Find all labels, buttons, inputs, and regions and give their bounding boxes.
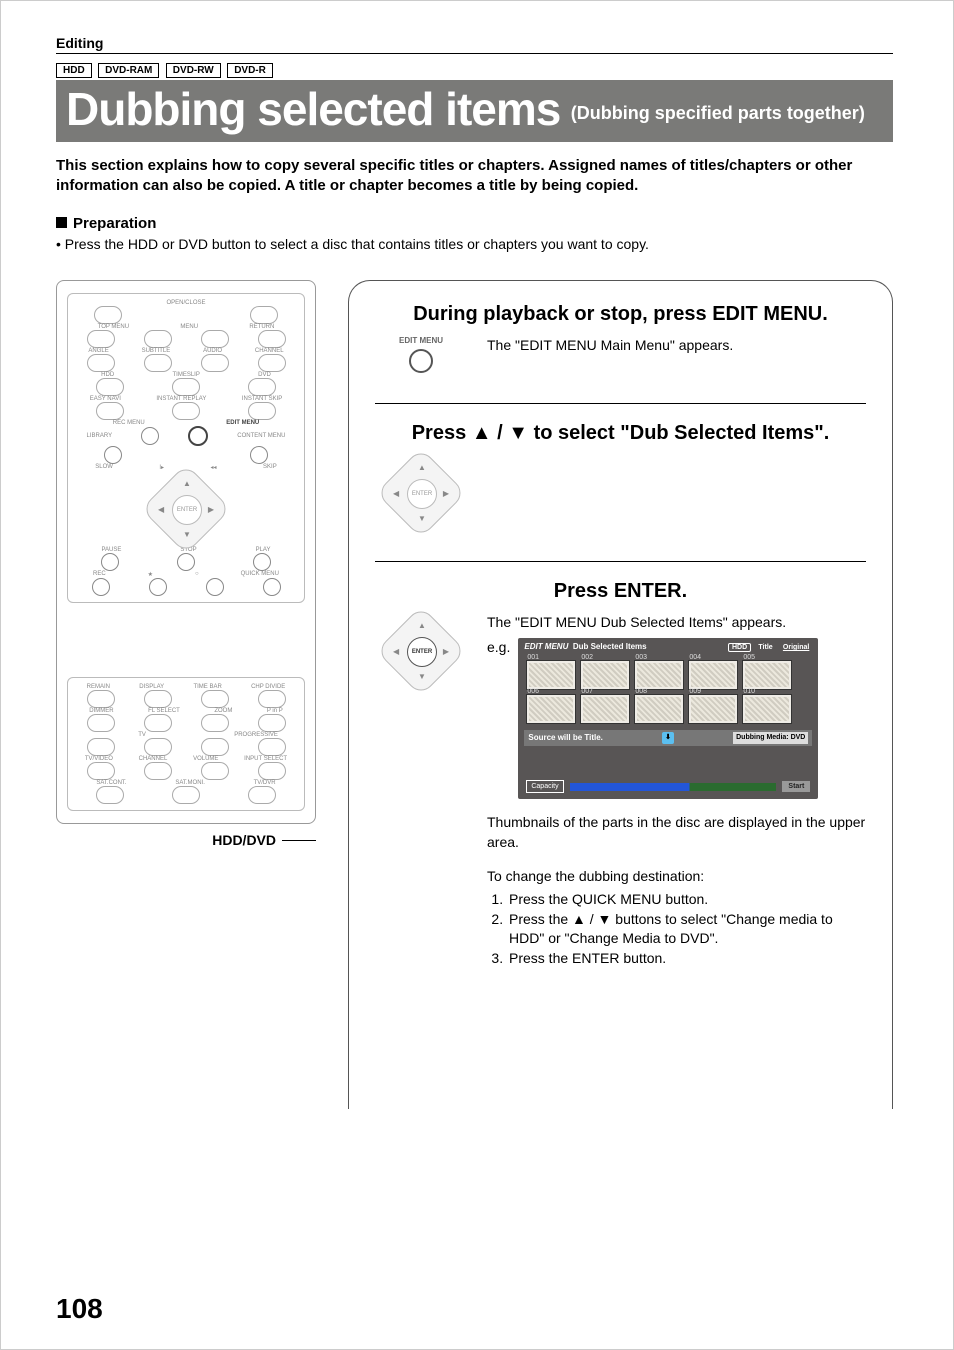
page-title-banner: Dubbing selected items (Dubbing specifie… bbox=[56, 80, 893, 142]
breadcrumb: Editing bbox=[56, 35, 893, 54]
screen-illustration: EDIT MENU Dub Selected Items HDD Title O… bbox=[518, 638, 818, 799]
step3-after1: Thumbnails of the parts in the disc are … bbox=[487, 813, 866, 852]
tag-hdd: HDD bbox=[56, 63, 92, 78]
remote-nav-pad: ▲▼◀▶ ENTER bbox=[148, 471, 224, 547]
remote-illustration: OPEN/CLOSE TOP MENUMENURETURN ANGLESUBTI… bbox=[56, 280, 316, 824]
steps-panel: During playback or stop, press EDIT MENU… bbox=[348, 280, 893, 1109]
preparation-heading: Preparation bbox=[56, 215, 893, 232]
preparation-text: • Press the HDD or DVD button to select … bbox=[56, 236, 893, 252]
page-number: 108 bbox=[56, 1293, 103, 1325]
tag-dvd-rw: DVD-RW bbox=[166, 63, 221, 78]
nav-pad-enter-icon: ▲▼◀▶ ENTER bbox=[383, 613, 459, 689]
page-title: Dubbing selected items bbox=[66, 83, 560, 135]
edit-menu-icon: EDIT MENU bbox=[375, 336, 467, 373]
tag-dvd-r: DVD-R bbox=[227, 63, 273, 78]
step2-title: Press ▲ / ▼ to select "Dub Selected Item… bbox=[375, 422, 866, 455]
remote-caption: HDD/DVD bbox=[56, 832, 316, 848]
media-tags: HDD DVD-RAM DVD-RW DVD-R bbox=[56, 60, 893, 78]
step3-after2: To change the dubbing destination: bbox=[487, 867, 866, 887]
step3-title: Press ENTER. bbox=[375, 580, 866, 613]
nav-pad-icon: ▲▼◀▶ ENTER bbox=[383, 455, 459, 531]
step3-lead: The "EDIT MENU Dub Selected Items" appea… bbox=[487, 613, 866, 633]
page-subtitle: (Dubbing specified parts together) bbox=[571, 103, 865, 123]
eg-label: e.g. bbox=[487, 638, 510, 658]
intro-text: This section explains how to copy severa… bbox=[56, 156, 893, 197]
step1-title: During playback or stop, press EDIT MENU… bbox=[375, 303, 866, 336]
step3-instructions: Press the QUICK MENU button. Press the ▲… bbox=[487, 890, 866, 968]
step1-text: The "EDIT MENU Main Menu" appears. bbox=[487, 336, 866, 356]
tag-dvd-ram: DVD-RAM bbox=[98, 63, 159, 78]
